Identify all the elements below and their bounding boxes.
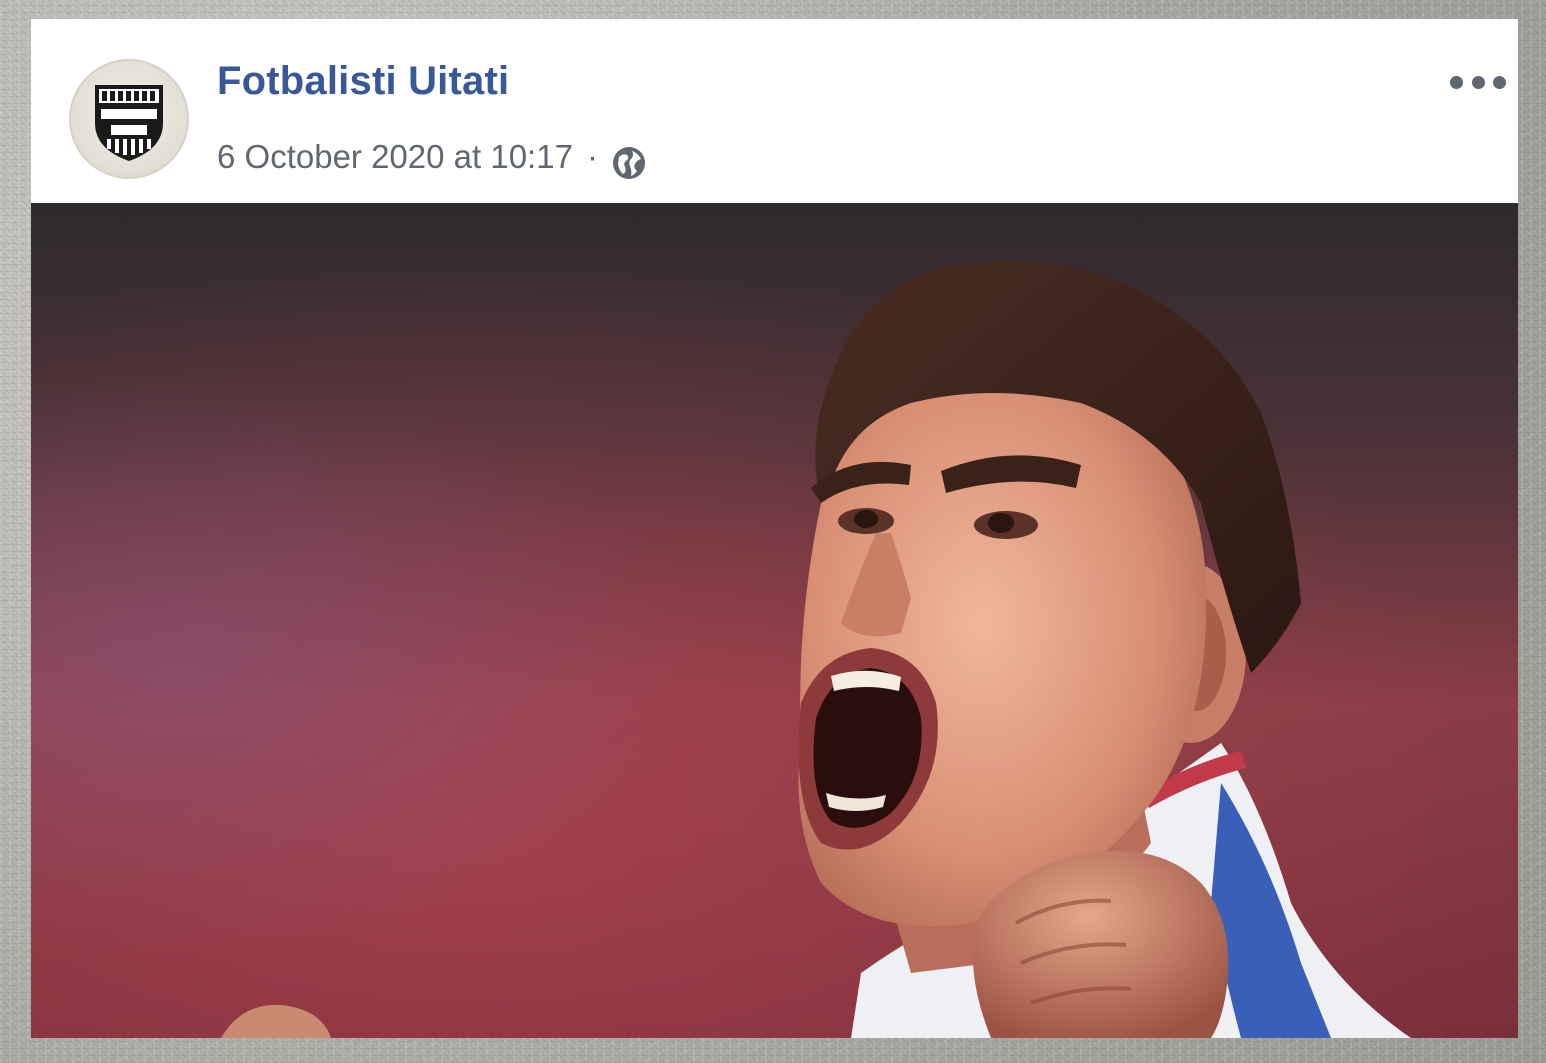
facebook-post-card: Fotbalisti Uitati 6 October 2020 at 10:1… [31,19,1518,1038]
post-photo[interactable] [31,203,1518,1038]
globe-icon[interactable] [610,144,648,182]
more-options-dot [1471,75,1485,89]
more-options-button[interactable] [1450,67,1506,97]
post-header: Fotbalisti Uitati 6 October 2020 at 10:1… [31,19,1518,203]
more-options-icon [1450,75,1463,89]
post-timestamp[interactable]: 6 October 2020 at 10:17 [217,138,573,176]
page-avatar[interactable] [69,59,189,179]
footballer-celebrating-photo [31,203,1518,1038]
page-name-link[interactable]: Fotbalisti Uitati [217,59,509,104]
meta-separator: · [586,138,598,175]
fotbalisti-uitati-logo [95,85,163,161]
post-meta: 6 October 2020 at 10:17 · [217,132,648,182]
more-options-dot [1493,75,1506,89]
